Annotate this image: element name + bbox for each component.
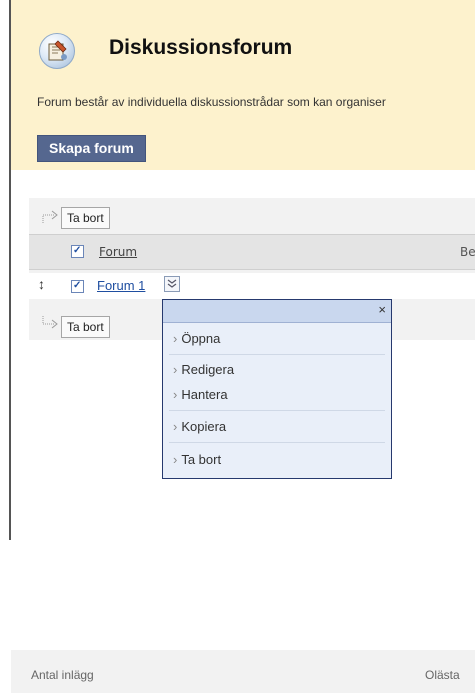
check-icon: ✓ (73, 245, 82, 256)
chevron-right-icon: › (173, 362, 178, 377)
delete-button-top[interactable]: Ta bort (61, 207, 110, 229)
table-header: ✓ Forum Be (29, 234, 475, 270)
menu-item-manage[interactable]: › Hantera (173, 387, 228, 402)
forum-link[interactable]: Forum 1 (97, 278, 145, 293)
menu-separator (169, 354, 385, 355)
chevron-right-icon: › (173, 331, 178, 346)
column-header-description[interactable]: Be (460, 245, 475, 259)
chevron-right-icon: › (173, 387, 178, 402)
page-header-panel: Diskussionsforum Forum består av individ… (11, 0, 475, 170)
up-down-arrow-icon: ↕ (38, 276, 45, 292)
check-icon: ✓ (73, 280, 82, 291)
chevron-right-icon: › (173, 452, 178, 467)
menu-separator (169, 410, 385, 411)
menu-item-label: Ta bort (181, 452, 222, 467)
context-menu-button[interactable] (164, 276, 180, 292)
column-header-forum[interactable]: Forum (99, 245, 137, 259)
chevron-right-icon: › (173, 419, 178, 434)
menu-item-label: Öppna (181, 331, 221, 346)
delete-button-bottom[interactable]: Ta bort (61, 316, 110, 338)
drag-handle[interactable]: ↕ (29, 273, 59, 299)
double-chevron-down-icon (167, 279, 177, 288)
select-all-checkbox[interactable]: ✓ (71, 245, 84, 258)
footer-bar: Antal inlägg Olästa (11, 650, 475, 693)
menu-item-label: Hantera (181, 387, 228, 402)
menu-item-label: Kopiera (181, 419, 227, 434)
menu-item-edit[interactable]: › Redigera (173, 362, 234, 377)
menu-item-open[interactable]: › Öppna (173, 331, 220, 346)
unread-label: Olästa (425, 668, 460, 682)
action-bar-top: Ta bort (29, 201, 475, 231)
context-menu: × › Öppna › Redigera › Hantera › Kopiera › Ta… (162, 299, 392, 479)
bent-arrow-icon (42, 316, 58, 329)
page-description: Forum består av individuella diskussions… (37, 95, 386, 109)
table-row: ↕ ✓ Forum 1 (29, 273, 475, 299)
row-checkbox[interactable]: ✓ (71, 280, 84, 293)
post-count-label: Antal inlägg (31, 668, 94, 682)
discussion-forum-icon (39, 33, 75, 69)
context-menu-header: × (163, 300, 391, 323)
bent-arrow-icon (42, 210, 58, 223)
page-title: Diskussionsforum (109, 36, 293, 59)
menu-item-label: Redigera (181, 362, 235, 377)
menu-item-delete[interactable]: › Ta bort (173, 452, 221, 467)
close-icon[interactable]: × (378, 302, 386, 317)
menu-separator (169, 442, 385, 443)
create-forum-button[interactable]: Skapa forum (37, 135, 146, 162)
menu-item-copy[interactable]: › Kopiera (173, 419, 226, 434)
